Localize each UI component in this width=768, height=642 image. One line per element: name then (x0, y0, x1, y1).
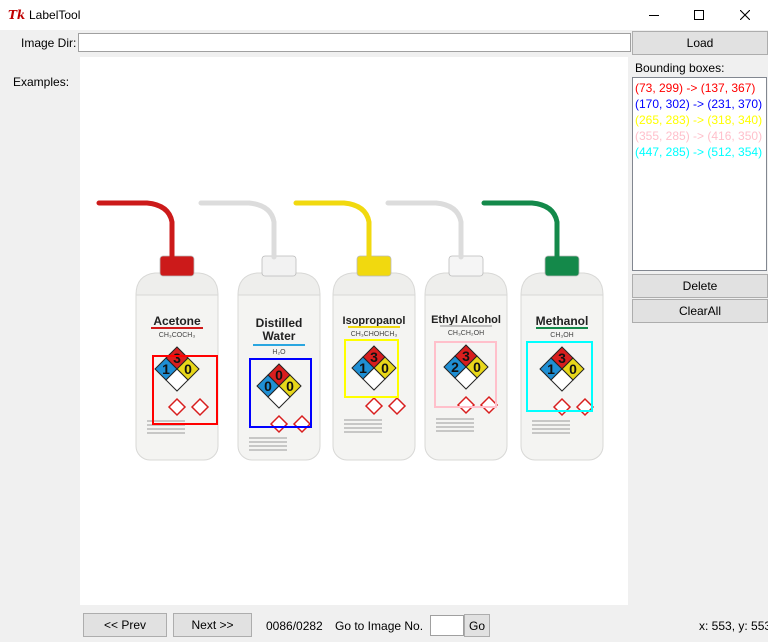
tk-feather-icon: Tk (8, 8, 26, 22)
bottle-name: Isopropanol (343, 315, 406, 327)
prev-button[interactable]: << Prev (83, 613, 167, 637)
bottle-spout (481, 200, 560, 260)
list-item[interactable]: (73, 299) -> (137, 367) (635, 80, 764, 96)
list-item[interactable]: (447, 285) -> (512, 354) (635, 144, 764, 160)
cursor-coordinates: x: 553, y: 553 (699, 619, 768, 633)
minimize-button[interactable] (631, 0, 677, 30)
bottle-formula: H₂O (272, 349, 286, 356)
bottle-cap (448, 255, 484, 277)
title-bar[interactable]: Tk LabelTool (0, 0, 768, 30)
bottle-formula: CH₃OH (550, 332, 573, 339)
bottle-spout (293, 200, 372, 260)
bottle-spout (385, 200, 464, 260)
nfpa-number: 3 (173, 350, 181, 366)
window-title: LabelTool (29, 8, 81, 22)
nfpa-number: 1 (162, 361, 170, 377)
image-dir-label: Image Dir: (21, 36, 77, 50)
bottle: Acetone CH₃COCH₃ 31 0 (96, 200, 219, 461)
bottle-formula: CH₃CHOHCH₃ (351, 331, 398, 338)
goto-input[interactable] (430, 615, 464, 636)
nfpa-number: 0 (473, 359, 481, 375)
nfpa-number: 0 (184, 361, 192, 377)
bottle-name: Ethyl Alcohol (431, 314, 501, 326)
bottles-photo: AcetoneCH₃COCH₃31 0DistilledWaterH₂O00 0Is… (96, 200, 604, 461)
bottle-name: Distilled (256, 316, 303, 330)
list-item[interactable]: (170, 302) -> (231, 370) (635, 96, 764, 112)
bottle-name: Methanol (536, 314, 589, 328)
nfpa-number: 3 (462, 348, 470, 364)
nfpa-number: 0 (286, 378, 294, 394)
nfpa-number: 1 (359, 360, 367, 376)
image-canvas[interactable]: Acetone CH₃COCH₃ 3 1 0 Distilled Water H₂O 0 0 0 Is… (80, 57, 628, 605)
bottle-name-2: Water (263, 329, 296, 343)
nfpa-number: 0 (381, 360, 389, 376)
bottle: DistilledWater H₂O 00 0 (198, 200, 321, 461)
bottle-formula: CH₃CH₂OH (448, 330, 484, 337)
bottle-name: Acetone (153, 314, 201, 328)
maximize-icon (694, 10, 704, 20)
nfpa-number: 0 (264, 378, 272, 394)
list-item[interactable]: (355, 285) -> (416, 350) (635, 128, 764, 144)
list-item[interactable]: (265, 283) -> (318, 340) (635, 112, 764, 128)
bottle-cap (356, 255, 392, 277)
bottle-cap (159, 255, 195, 277)
delete-button[interactable]: Delete (632, 274, 768, 298)
bottle-formula: CH₃COCH₃ (159, 332, 196, 339)
nfpa-number: 3 (370, 349, 378, 365)
nfpa-number: 1 (547, 361, 555, 377)
nfpa-number: 0 (275, 367, 283, 383)
image-progress: 0086/0282 (266, 619, 323, 633)
image-dir-input[interactable] (78, 33, 631, 52)
go-button[interactable]: Go (464, 614, 490, 637)
close-icon (740, 10, 750, 20)
nfpa-number: 3 (558, 350, 566, 366)
maximize-button[interactable] (676, 0, 722, 30)
bottle-cap (261, 255, 297, 277)
examples-label: Examples: (13, 75, 70, 89)
load-button[interactable]: Load (632, 31, 768, 55)
clear-all-button[interactable]: ClearAll (632, 299, 768, 323)
bounding-boxes-label: Bounding boxes: (635, 61, 725, 75)
minimize-icon (649, 15, 659, 16)
bounding-box-list[interactable]: (73, 299) -> (137, 367) (170, 302) -> (2… (632, 77, 767, 271)
bottle-spout (198, 200, 277, 260)
nfpa-number: 2 (451, 359, 459, 375)
next-button[interactable]: Next >> (173, 613, 252, 637)
goto-label: Go to Image No. (335, 619, 424, 633)
bottle-spout (96, 200, 175, 260)
nfpa-number: 0 (569, 361, 577, 377)
bottle-cap (544, 255, 580, 277)
close-button[interactable] (722, 0, 768, 30)
